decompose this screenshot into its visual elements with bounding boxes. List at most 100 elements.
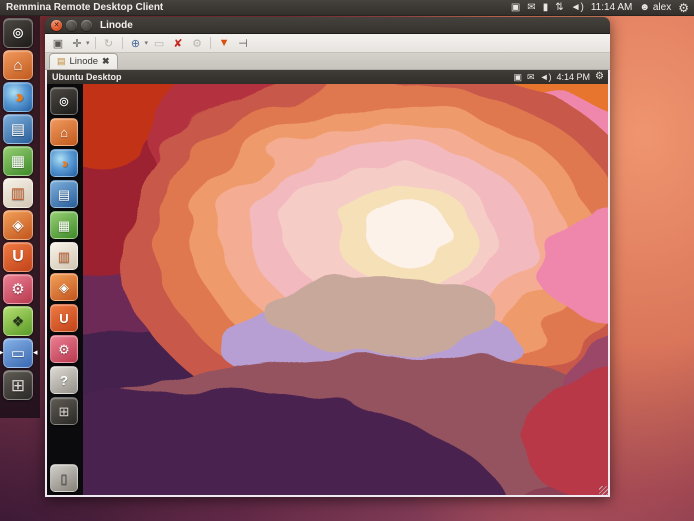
launcher-item-remmina[interactable]: ▭ — [3, 338, 33, 368]
dash-home-icon: ⊚ — [59, 95, 70, 108]
remote-indicator-area: ▣ ✉ ◄) 4:14 PM ⚙ — [514, 72, 608, 82]
launcher-item-home-folder[interactable]: ⌂ — [50, 118, 78, 146]
launcher-item-libreoffice-writer[interactable]: ▤ — [3, 114, 33, 144]
gear-icon[interactable]: ⚙ — [678, 2, 689, 14]
launcher-item-ubuntu-one[interactable]: U — [3, 242, 33, 272]
volume-icon[interactable]: ◄) — [540, 73, 552, 82]
launcher-item-ubuntu-one[interactable]: U — [50, 304, 78, 332]
launcher-item-libreoffice-impress[interactable]: ▥ — [50, 242, 78, 270]
screenshot-icon: ▼ — [219, 37, 230, 49]
dropdown-caret-icon[interactable]: ▾ — [145, 39, 149, 47]
remmina-window: ✕ Linode ▣ ✛ ▾ ↻ ⊕ ▾ ▭ ✘ ⚙ ▼ ⊣ ▤ Linode ✖ Ubuntu D… — [45, 17, 610, 497]
libreoffice-writer-icon: ▤ — [58, 188, 70, 201]
resize-grip[interactable] — [599, 486, 608, 495]
libreoffice-calc-icon: ▦ — [58, 219, 70, 232]
tab-linode[interactable]: ▤ Linode ✖ — [49, 53, 118, 69]
launcher-item-workspace-switcher[interactable]: ⊞ — [3, 370, 33, 400]
minimize-window-button[interactable] — [66, 20, 77, 31]
firefox-icon: ◕ — [57, 155, 71, 170]
remmina-icon: ▭ — [11, 346, 25, 361]
close-window-button[interactable]: ✕ — [51, 20, 62, 31]
toolbar-tools-button[interactable]: ✘ — [170, 36, 186, 51]
launcher-item-system-settings[interactable]: ⚙ — [3, 274, 33, 304]
launcher-item-dash-home[interactable]: ⊚ — [50, 87, 78, 115]
monitor-icon: ▣ — [53, 37, 63, 50]
launcher-item-workspace-switcher[interactable]: ⊞ — [50, 397, 78, 425]
window-controls: ✕ — [51, 20, 92, 31]
tab-label: Linode — [70, 56, 99, 67]
toolbar-gears-button: ⚙ — [189, 36, 205, 51]
system-settings-icon: ⚙ — [58, 343, 70, 356]
toolbar-monitor-button[interactable]: ▣ — [50, 36, 66, 51]
launcher-item-libreoffice-writer[interactable]: ▤ — [50, 180, 78, 208]
username-label: alex — [653, 2, 671, 13]
toolbar-separator — [95, 37, 96, 49]
home-folder-icon: ⌂ — [60, 126, 68, 139]
gears-icon: ⚙ — [192, 37, 202, 50]
ubuntu-one-icon: U — [12, 249, 24, 265]
launcher-item-libreoffice-calc[interactable]: ▦ — [50, 211, 78, 239]
launcher-item-trash[interactable]: ▯ — [50, 464, 78, 492]
gear-icon[interactable]: ⚙ — [595, 72, 604, 82]
remote-menu-label[interactable]: Ubuntu Desktop — [47, 72, 122, 82]
scaled-view-icon: ⊕ — [131, 37, 140, 50]
mail-icon[interactable]: ✉ — [527, 73, 535, 82]
tools-icon: ✘ — [173, 37, 182, 50]
system-settings-icon: ⚙ — [11, 282, 24, 297]
launcher-item-firefox[interactable]: ◕ — [50, 149, 78, 177]
remote-clock[interactable]: 4:14 PM — [557, 72, 591, 82]
dash-home-icon: ⊚ — [12, 26, 25, 41]
launcher-item-help[interactable]: ? — [50, 366, 78, 394]
active-app-title: Remmina Remote Desktop Client — [0, 2, 163, 13]
toolbar-fullscreen-button[interactable]: ✛ — [69, 36, 85, 51]
launcher-item-software-center[interactable]: ◈ — [3, 210, 33, 240]
keyboard-grab-icon: ▭ — [154, 37, 164, 50]
remote-wallpaper[interactable] — [83, 84, 608, 495]
tab-close-icon[interactable]: ✖ — [102, 56, 110, 67]
mail-icon[interactable]: ✉ — [527, 3, 535, 13]
host-top-panel: Remmina Remote Desktop Client ▣ ✉ ▮ ⇅ ◄) 11:… — [0, 0, 694, 16]
host-indicators: ▣ ✉ ▮ ⇅ ◄) — [511, 3, 584, 13]
launcher-item-libreoffice-impress[interactable]: ▥ — [3, 178, 33, 208]
disconnect-icon: ⊣ — [238, 37, 248, 50]
focused-indicator-arrow: ◂ — [33, 348, 38, 357]
remmina-toolbar: ▣ ✛ ▾ ↻ ⊕ ▾ ▭ ✘ ⚙ ▼ ⊣ — [45, 34, 610, 53]
libreoffice-impress-icon: ▥ — [11, 186, 25, 201]
help-icon: ? — [60, 374, 68, 387]
launcher-item-software-center[interactable]: ◈ — [50, 273, 78, 301]
host-indicator-area: ▣ ✉ ▮ ⇅ ◄) 11:14 AM ☻ alex ⚙ — [511, 2, 694, 14]
volume-icon[interactable]: ◄) — [571, 3, 584, 13]
software-center-icon: ◈ — [59, 281, 69, 294]
firefox-icon: ◕ — [8, 87, 28, 108]
launcher-item-dash-home[interactable]: ⊚ — [3, 18, 33, 48]
launcher-item-firefox[interactable]: ◕ — [3, 82, 33, 112]
toolbar-disconnect-button[interactable]: ⊣ — [235, 36, 251, 51]
maximize-window-button[interactable] — [81, 20, 92, 31]
toolbar-keyboard-grab-button: ▭ — [151, 36, 167, 51]
remote-session-icon: ▤ — [57, 56, 66, 67]
battery-icon[interactable]: ▮ — [543, 3, 549, 13]
libreoffice-calc-icon: ▦ — [11, 154, 25, 169]
remote-unity-launcher: ⊚ ⌂ ◕ ▤ ▦ ▥ ◈ U ⚙? ⊞ ▯ — [47, 84, 83, 495]
remote-body: ⊚ ⌂ ◕ ▤ ▦ ▥ ◈ U ⚙? ⊞ ▯ — [47, 84, 608, 495]
remote-top-panel: Ubuntu Desktop ▣ ✉ ◄) 4:14 PM ⚙ — [47, 70, 608, 84]
tab-bar: ▤ Linode ✖ — [45, 53, 610, 70]
host-clock[interactable]: 11:14 AM — [591, 2, 633, 13]
libreoffice-impress-icon: ▥ — [58, 250, 70, 263]
dropdown-caret-icon[interactable]: ▾ — [86, 39, 90, 47]
launcher-item-libreoffice-calc[interactable]: ▦ — [3, 146, 33, 176]
remote-desktop-icon[interactable]: ▣ — [511, 3, 520, 13]
user-menu[interactable]: ☻ alex — [639, 2, 671, 13]
sync-icon[interactable]: ⇅ — [555, 3, 563, 13]
fullscreen-icon: ✛ — [72, 37, 81, 50]
toolbar-refresh-button: ↻ — [101, 36, 117, 51]
toolbar-screenshot-button[interactable]: ▼ — [216, 36, 232, 51]
toolbar-scaled-view-button[interactable]: ⊕ — [128, 36, 144, 51]
launcher-item-green-swirl[interactable]: ❖ — [3, 306, 33, 336]
remote-desktop-icon[interactable]: ▣ — [514, 73, 523, 82]
window-titlebar[interactable]: ✕ Linode — [45, 17, 610, 34]
launcher-item-system-settings[interactable]: ⚙ — [50, 335, 78, 363]
workspace-switcher-icon: ⊞ — [11, 377, 25, 394]
user-icon: ☻ — [639, 3, 650, 13]
launcher-item-home-folder[interactable]: ⌂ — [3, 50, 33, 80]
